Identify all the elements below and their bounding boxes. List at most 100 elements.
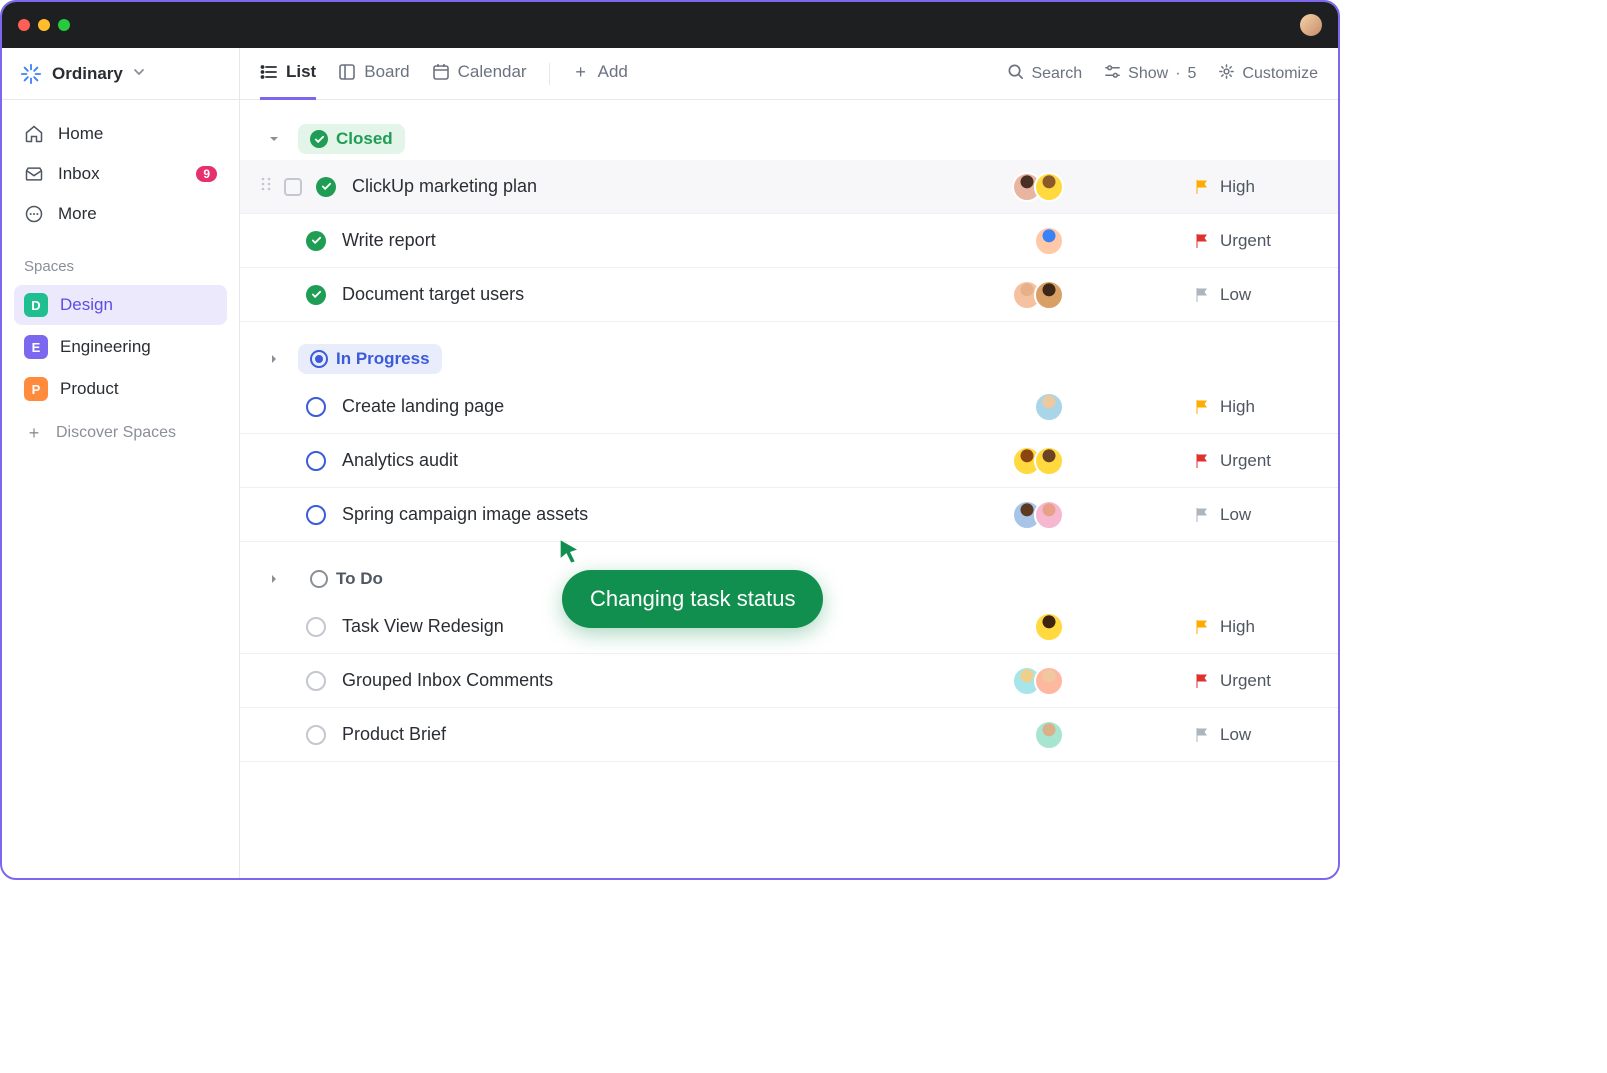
more-icon bbox=[24, 204, 44, 224]
assignee-avatar[interactable] bbox=[1034, 172, 1064, 202]
task-name: Analytics audit bbox=[342, 450, 1012, 471]
discover-spaces[interactable]: + Discover Spaces bbox=[14, 413, 227, 453]
maximize-window-button[interactable] bbox=[58, 19, 70, 31]
search-icon bbox=[1007, 63, 1024, 85]
assignee-avatar[interactable] bbox=[1034, 226, 1064, 256]
titlebar bbox=[2, 2, 1338, 48]
space-label: Design bbox=[60, 295, 113, 315]
status-circle-inprogress[interactable] bbox=[306, 451, 326, 471]
sidebar-space-design[interactable]: D Design bbox=[14, 285, 227, 325]
list-icon bbox=[260, 63, 278, 81]
priority-cell[interactable]: High bbox=[1194, 397, 1314, 417]
view-tab-board[interactable]: Board bbox=[338, 48, 409, 100]
assignees bbox=[1034, 612, 1064, 642]
collapse-toggle[interactable] bbox=[268, 133, 284, 145]
status-pill-inprogress[interactable]: In Progress bbox=[298, 344, 442, 374]
priority-cell[interactable]: Low bbox=[1194, 725, 1314, 745]
assignee-avatar[interactable] bbox=[1034, 446, 1064, 476]
search-label: Search bbox=[1031, 65, 1082, 83]
priority-cell[interactable]: Low bbox=[1194, 285, 1314, 305]
assignee-avatar[interactable] bbox=[1034, 392, 1064, 422]
task-row[interactable]: Spring campaign image assetsLow bbox=[240, 488, 1338, 542]
tooltip: Changing task status bbox=[562, 570, 823, 628]
task-row[interactable]: Create landing pageHigh bbox=[240, 380, 1338, 434]
assignees bbox=[1012, 280, 1064, 310]
nav-home-label: Home bbox=[58, 124, 103, 144]
status-label: To Do bbox=[336, 569, 383, 589]
priority-cell[interactable]: Urgent bbox=[1194, 231, 1314, 251]
view-tab-calendar[interactable]: Calendar bbox=[432, 48, 527, 100]
status-pill-closed[interactable]: Closed bbox=[298, 124, 405, 154]
flag-icon bbox=[1194, 507, 1210, 523]
drag-handle-icon[interactable] bbox=[260, 176, 276, 197]
inbox-icon bbox=[24, 164, 44, 184]
add-view-button[interactable]: + Add bbox=[572, 48, 628, 100]
show-button[interactable]: Show · 5 bbox=[1104, 63, 1196, 85]
view-tab-list[interactable]: List bbox=[260, 48, 316, 100]
assignee-avatar[interactable] bbox=[1034, 666, 1064, 696]
assignee-avatar[interactable] bbox=[1034, 612, 1064, 642]
assignee-avatar[interactable] bbox=[1034, 280, 1064, 310]
plus-icon: + bbox=[24, 423, 44, 444]
chevron-down-icon bbox=[133, 65, 145, 83]
status-circle-closed[interactable] bbox=[316, 177, 336, 197]
priority-label: Urgent bbox=[1220, 451, 1271, 471]
close-window-button[interactable] bbox=[18, 19, 30, 31]
assignee-avatar[interactable] bbox=[1034, 720, 1064, 750]
show-label: Show bbox=[1128, 65, 1168, 83]
space-badge: P bbox=[24, 377, 48, 401]
status-circle-todo[interactable] bbox=[306, 725, 326, 745]
priority-cell[interactable]: High bbox=[1194, 177, 1314, 197]
priority-label: High bbox=[1220, 617, 1255, 637]
priority-label: Urgent bbox=[1220, 671, 1271, 691]
clickup-logo-icon bbox=[20, 63, 42, 85]
cursor-icon bbox=[556, 538, 584, 566]
flag-icon bbox=[1194, 453, 1210, 469]
status-circle-todo[interactable] bbox=[306, 671, 326, 691]
workspace-name: Ordinary bbox=[52, 64, 123, 84]
task-row[interactable]: Analytics audit Urgent bbox=[240, 434, 1338, 488]
space-label: Product bbox=[60, 379, 119, 399]
collapse-toggle[interactable] bbox=[268, 353, 284, 365]
main-content: List Board Calendar + Add bbox=[240, 48, 1338, 878]
nav-home[interactable]: Home bbox=[14, 114, 227, 154]
sidebar-space-product[interactable]: P Product bbox=[14, 369, 227, 409]
space-badge: D bbox=[24, 293, 48, 317]
calendar-icon bbox=[432, 63, 450, 81]
sidebar-space-engineering[interactable]: EEngineering bbox=[14, 327, 227, 367]
view-tab-list-label: List bbox=[286, 62, 316, 82]
status-circle-closed[interactable] bbox=[306, 231, 326, 251]
select-checkbox[interactable] bbox=[284, 178, 302, 196]
task-row[interactable]: Grouped Inbox CommentsUrgent bbox=[240, 654, 1338, 708]
task-row[interactable]: Write reportUrgent bbox=[240, 214, 1338, 268]
priority-cell[interactable]: High bbox=[1194, 617, 1314, 637]
flag-icon bbox=[1194, 287, 1210, 303]
status-circle-inprogress[interactable] bbox=[306, 397, 326, 417]
status-circle-closed[interactable] bbox=[306, 285, 326, 305]
collapse-toggle[interactable] bbox=[268, 573, 284, 585]
priority-label: Urgent bbox=[1220, 231, 1271, 251]
task-row[interactable]: Document target usersLow bbox=[240, 268, 1338, 322]
search-button[interactable]: Search bbox=[1007, 63, 1082, 85]
show-count: 5 bbox=[1188, 65, 1197, 83]
user-avatar[interactable] bbox=[1300, 14, 1322, 36]
minimize-window-button[interactable] bbox=[38, 19, 50, 31]
status-circle-inprogress[interactable] bbox=[306, 505, 326, 525]
task-row[interactable]: Product BriefLow bbox=[240, 708, 1338, 762]
workspace-switcher[interactable]: Ordinary bbox=[2, 48, 239, 100]
customize-button[interactable]: Customize bbox=[1218, 63, 1318, 85]
status-label: Closed bbox=[336, 129, 393, 149]
add-view-label: Add bbox=[598, 62, 628, 82]
status-pill-todo[interactable]: To Do bbox=[298, 564, 395, 594]
group-header-closed: Closed bbox=[240, 118, 1338, 160]
nav-more[interactable]: More bbox=[14, 194, 227, 234]
priority-cell[interactable]: Urgent bbox=[1194, 671, 1314, 691]
priority-cell[interactable]: Urgent bbox=[1194, 451, 1314, 471]
assignee-avatar[interactable] bbox=[1034, 500, 1064, 530]
priority-cell[interactable]: Low bbox=[1194, 505, 1314, 525]
nav-inbox[interactable]: Inbox 9 bbox=[14, 154, 227, 194]
nav-inbox-label: Inbox bbox=[58, 164, 100, 184]
sliders-icon bbox=[1104, 63, 1121, 85]
status-circle-todo[interactable] bbox=[306, 617, 326, 637]
task-row[interactable]: ClickUp marketing planHigh bbox=[240, 160, 1338, 214]
